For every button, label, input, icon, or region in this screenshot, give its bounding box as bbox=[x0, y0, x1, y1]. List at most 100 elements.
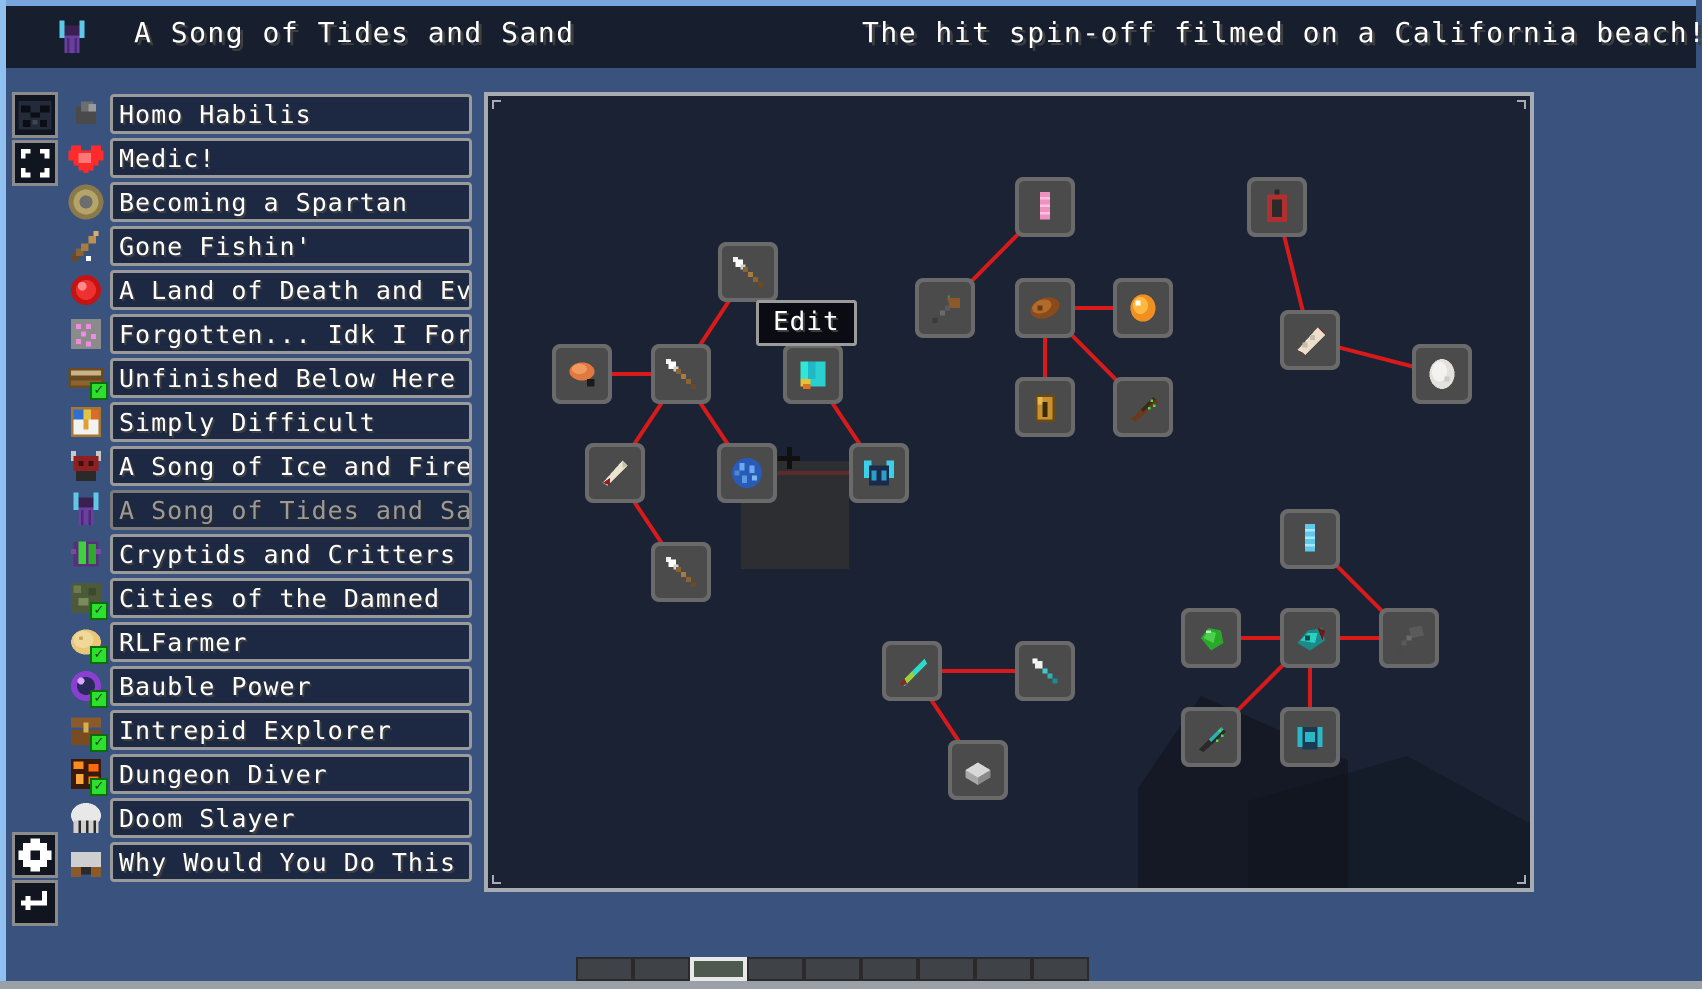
teal-pickaxe-icon bbox=[1383, 612, 1435, 664]
pickaxe-icon bbox=[919, 282, 971, 334]
advancement-row-label: Intrepid Explorer bbox=[119, 715, 392, 745]
advancement-row-button[interactable]: Cryptids and Critters bbox=[110, 534, 472, 574]
list-item[interactable]: Homo Habilis bbox=[62, 92, 472, 136]
bread-icon: ✓ bbox=[66, 622, 108, 664]
advancement-node[interactable] bbox=[717, 443, 777, 503]
purple-ring-icon: ✓ bbox=[66, 666, 108, 708]
advancement-node[interactable] bbox=[1280, 509, 1340, 569]
advancement-node[interactable] bbox=[1015, 278, 1075, 338]
panel-corner-top-left bbox=[492, 100, 501, 109]
advancement-row-button[interactable]: Unfinished Below Here bbox=[110, 358, 472, 398]
advancement-row-button[interactable]: RLFarmer bbox=[110, 622, 472, 662]
advancement-row-label: A Song of Ice and Fire bbox=[119, 451, 472, 481]
list-item[interactable]: ✓ Unfinished Below Here bbox=[62, 356, 472, 400]
list-item[interactable]: Gone Fishin' bbox=[62, 224, 472, 268]
arrow-icon bbox=[655, 546, 707, 598]
advancement-node[interactable] bbox=[915, 278, 975, 338]
advancement-node[interactable] bbox=[718, 242, 778, 302]
advancement-row-button[interactable]: A Song of Ice and Fire bbox=[110, 446, 472, 486]
list-item[interactable]: ✓ Cities of the Damned bbox=[62, 576, 472, 620]
tool-column bbox=[12, 92, 60, 952]
hotbar-slot[interactable] bbox=[576, 957, 633, 981]
advancement-row-button[interactable]: Cities of the Damned bbox=[110, 578, 472, 618]
advancement-row-button[interactable]: Dungeon Diver bbox=[110, 754, 472, 794]
advancement-node[interactable] bbox=[1280, 707, 1340, 767]
panel-corner-bottom-left bbox=[492, 875, 501, 884]
advancement-row-button[interactable]: Gone Fishin' bbox=[110, 226, 472, 266]
list-item[interactable]: Forgotten... Idk I Forgot bbox=[62, 312, 472, 356]
list-item[interactable]: ✓ Bauble Power bbox=[62, 664, 472, 708]
advancement-node[interactable] bbox=[1113, 278, 1173, 338]
hotbar-slot[interactable] bbox=[861, 957, 918, 981]
settings-button[interactable] bbox=[12, 832, 58, 878]
advancement-node[interactable] bbox=[1113, 377, 1173, 437]
list-item[interactable]: Doom Slayer bbox=[62, 796, 472, 840]
mob-head-button[interactable] bbox=[12, 92, 58, 138]
advancement-row-button[interactable]: Homo Habilis bbox=[110, 94, 472, 134]
window-right-border bbox=[1696, 0, 1702, 989]
advancement-node[interactable] bbox=[1247, 177, 1307, 237]
salmon-icon bbox=[556, 348, 608, 400]
list-item[interactable]: ✓ Dungeon Diver bbox=[62, 752, 472, 796]
advancement-row-button[interactable]: A Land of Death and Evil bbox=[110, 270, 472, 310]
gear-icon bbox=[15, 835, 55, 875]
advancement-node[interactable] bbox=[585, 443, 645, 503]
pink-ore-icon bbox=[66, 314, 106, 354]
advancement-node[interactable] bbox=[1015, 177, 1075, 237]
hotbar-slot[interactable] bbox=[918, 957, 975, 981]
advancement-row-button[interactable]: Becoming a Spartan bbox=[110, 182, 472, 222]
list-item[interactable]: ✓ Intrepid Explorer bbox=[62, 708, 472, 752]
list-item[interactable]: Why Would You Do This bbox=[62, 840, 472, 884]
advancement-node[interactable] bbox=[1015, 377, 1075, 437]
heart-icon bbox=[66, 138, 106, 178]
white-stone-icon bbox=[1416, 348, 1468, 400]
advancement-tree-panel[interactable]: Edit bbox=[484, 92, 1534, 892]
advancement-node[interactable] bbox=[1280, 310, 1340, 370]
advancement-row-button[interactable]: Simply Difficult bbox=[110, 402, 472, 442]
hotbar[interactable] bbox=[576, 957, 1146, 981]
advancement-node[interactable] bbox=[1412, 344, 1472, 404]
advancement-node[interactable] bbox=[552, 344, 612, 404]
list-item[interactable]: A Land of Death and Evil bbox=[62, 268, 472, 312]
shield-icon bbox=[66, 182, 106, 222]
advancement-row-button[interactable]: Forgotten... Idk I Forgot bbox=[110, 314, 472, 354]
advancement-node[interactable] bbox=[1181, 608, 1241, 668]
advancement-row-button[interactable]: Why Would You Do This bbox=[110, 842, 472, 882]
advancement-node[interactable] bbox=[1379, 608, 1439, 668]
advancement-row-button[interactable]: Intrepid Explorer bbox=[110, 710, 472, 750]
enderman-head-icon bbox=[52, 18, 92, 58]
hotbar-slot[interactable] bbox=[747, 957, 804, 981]
advancement-node[interactable] bbox=[783, 344, 843, 404]
advancement-row-button[interactable]: Medic! bbox=[110, 138, 472, 178]
advancement-node[interactable] bbox=[1181, 707, 1241, 767]
advancement-node[interactable] bbox=[882, 641, 942, 701]
advancement-node[interactable] bbox=[849, 443, 909, 503]
cooked-meat-icon bbox=[1019, 282, 1071, 334]
advancement-node[interactable] bbox=[1280, 608, 1340, 668]
hotbar-slot[interactable] bbox=[804, 957, 861, 981]
advancement-row-button[interactable]: Doom Slayer bbox=[110, 798, 472, 838]
completed-check-icon: ✓ bbox=[90, 778, 108, 796]
body-area: Homo Habilis Medic! Becoming a Spartan Gone… bbox=[6, 68, 1696, 981]
advancement-row-button[interactable]: Bauble Power bbox=[110, 666, 472, 706]
fullscreen-frame-button[interactable] bbox=[12, 140, 58, 186]
list-item[interactable]: A Song of Tides and Sand bbox=[62, 488, 472, 532]
advancement-node[interactable] bbox=[651, 542, 711, 602]
tree-canvas[interactable]: Edit bbox=[488, 96, 1530, 888]
list-item[interactable]: Medic! bbox=[62, 136, 472, 180]
advancement-node[interactable] bbox=[948, 740, 1008, 800]
advancement-node[interactable] bbox=[1015, 641, 1075, 701]
hotbar-slot[interactable] bbox=[975, 957, 1032, 981]
list-item[interactable]: Becoming a Spartan bbox=[62, 180, 472, 224]
list-item[interactable]: Cryptids and Critters bbox=[62, 532, 472, 576]
hotbar-slot[interactable] bbox=[633, 957, 690, 981]
hotbar-slot[interactable] bbox=[690, 957, 747, 981]
advancement-node[interactable] bbox=[651, 344, 711, 404]
list-item[interactable]: Simply Difficult bbox=[62, 400, 472, 444]
hotbar-slot[interactable] bbox=[1032, 957, 1089, 981]
back-button[interactable] bbox=[12, 880, 58, 926]
flint-icon bbox=[66, 94, 106, 134]
advancement-list[interactable]: Homo Habilis Medic! Becoming a Spartan Gone… bbox=[62, 92, 472, 956]
list-item[interactable]: ✓ RLFarmer bbox=[62, 620, 472, 664]
list-item[interactable]: A Song of Ice and Fire bbox=[62, 444, 472, 488]
